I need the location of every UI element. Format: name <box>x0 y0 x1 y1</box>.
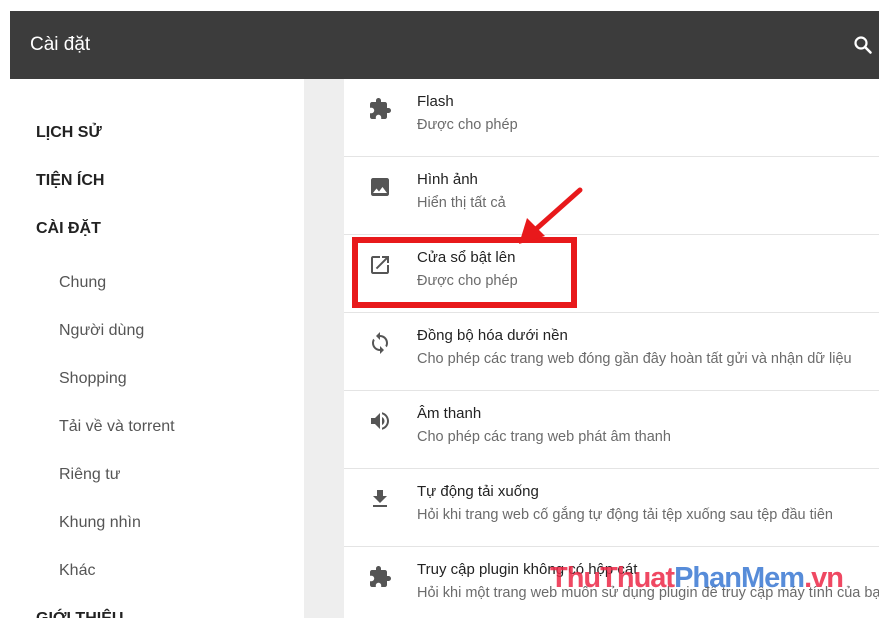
permissions-list: Flash Được cho phép Hình ảnh Hiển thị tấ… <box>344 79 879 618</box>
sidebar-subitem-general[interactable]: Chung <box>59 274 106 292</box>
permission-row-background-sync[interactable]: Đồng bộ hóa dưới nền Cho phép các trang … <box>344 313 879 391</box>
sidebar-subitem-privacy[interactable]: Riêng tư <box>59 466 120 484</box>
permission-status: Được cho phép <box>417 273 518 289</box>
header-bar: Cài đặt <box>10 11 879 79</box>
permission-title: Âm thanh <box>417 405 482 422</box>
permission-row-unsandboxed-plugins[interactable]: Truy cập plugin không có hộp cát Hỏi khi… <box>344 547 879 618</box>
permission-status: Hỏi khi một trang web muốn sử dụng plugi… <box>417 585 879 601</box>
permission-title: Hình ảnh <box>417 171 478 188</box>
settings-window: Cài đặt LỊCH SỬ TIỆN ÍCH CÀI ĐẶT Chung N… <box>10 11 879 618</box>
permission-row-sound[interactable]: Âm thanh Cho phép các trang web phát âm … <box>344 391 879 469</box>
permission-row-auto-downloads[interactable]: Tự động tải xuống Hỏi khi trang web cố g… <box>344 469 879 547</box>
permission-row-images[interactable]: Hình ảnh Hiển thị tất cả <box>344 157 879 235</box>
permission-title: Cửa sổ bật lên <box>417 249 516 266</box>
image-icon <box>371 178 389 196</box>
sidebar-subitem-other[interactable]: Khác <box>59 562 95 580</box>
sync-icon <box>372 332 388 354</box>
permission-title: Flash <box>417 93 454 110</box>
sidebar: LỊCH SỬ TIỆN ÍCH CÀI ĐẶT Chung Người dùn… <box>10 79 304 618</box>
permission-status: Được cho phép <box>417 117 518 133</box>
permission-status: Hiển thị tất cả <box>417 195 506 211</box>
permission-row-flash[interactable]: Flash Được cho phép <box>344 79 879 157</box>
permission-status: Cho phép các trang web đóng gần đây hoàn… <box>417 351 852 367</box>
sidebar-subitem-shopping[interactable]: Shopping <box>59 370 127 388</box>
sidebar-subitem-users[interactable]: Người dùng <box>59 322 144 340</box>
volume-icon <box>371 412 389 430</box>
sidebar-item-settings[interactable]: CÀI ĐẶT <box>36 220 101 238</box>
sidebar-item-history[interactable]: LỊCH SỬ <box>36 124 102 142</box>
open-in-new-icon <box>371 256 389 274</box>
permission-title: Tự động tải xuống <box>417 483 539 500</box>
sidebar-subitem-downloads-torrent[interactable]: Tải về và torrent <box>59 418 175 436</box>
page-title: Cài đặt <box>30 34 91 55</box>
puzzle-piece-icon <box>370 566 391 587</box>
permission-status: Hỏi khi trang web cố gắng tự động tải tệ… <box>417 507 833 523</box>
permission-title: Đồng bộ hóa dưới nền <box>417 327 568 344</box>
sidebar-subitem-appearance[interactable]: Khung nhìn <box>59 514 141 532</box>
puzzle-piece-icon <box>370 98 391 119</box>
permission-row-popups[interactable]: Cửa sổ bật lên Được cho phép <box>344 235 879 313</box>
sidebar-item-extensions[interactable]: TIỆN ÍCH <box>36 172 104 190</box>
download-icon <box>373 490 387 507</box>
permission-status: Cho phép các trang web phát âm thanh <box>417 429 671 445</box>
sidebar-item-about[interactable]: GIỚI THIỆU <box>36 610 123 618</box>
search-icon[interactable] <box>853 35 873 55</box>
permission-title: Truy cập plugin không có hộp cát <box>417 561 638 578</box>
